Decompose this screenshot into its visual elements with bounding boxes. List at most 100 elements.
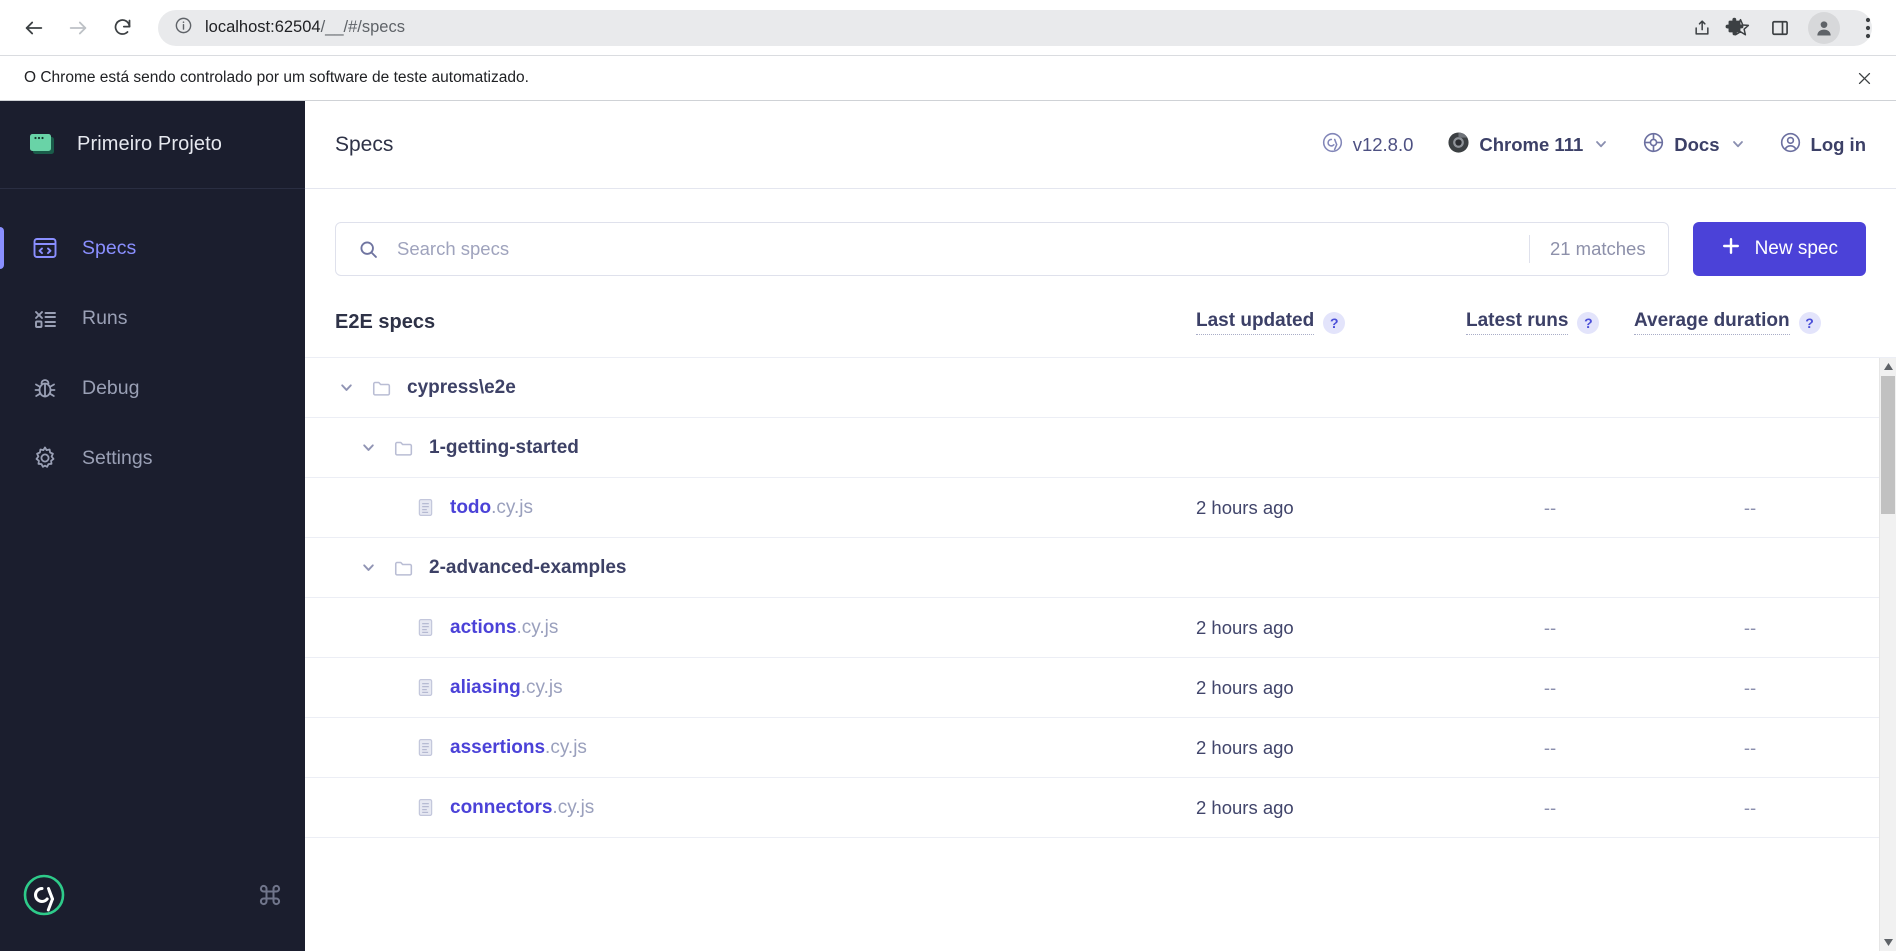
search-specs-box[interactable]: 21 matches xyxy=(335,222,1669,276)
project-name: Primeiro Projeto xyxy=(77,133,222,155)
search-input[interactable] xyxy=(379,238,1523,260)
folder-row[interactable]: 2-advanced-examples xyxy=(305,538,1896,598)
sidebar-item-label: Specs xyxy=(82,236,137,259)
column-header-last-updated[interactable]: Last updated ? xyxy=(1196,310,1466,335)
spec-name[interactable]: actions.cy.js xyxy=(450,617,558,639)
sidebar-item-runs[interactable]: Runs xyxy=(0,283,305,353)
plus-icon xyxy=(1721,236,1741,262)
chrome-icon xyxy=(1447,131,1470,159)
spec-row[interactable]: todo.cy.js 2 hours ago -- -- xyxy=(305,478,1896,538)
last-updated-cell: 2 hours ago xyxy=(1196,676,1294,698)
specs-table-body: cypress\e2e 1-getting-started todo.cy.js 2 … xyxy=(305,357,1896,951)
main-content: Specs v12.8.0 Chrome 111 Docs Log in Sea… xyxy=(305,101,1896,951)
sidebar-item-specs[interactable]: Specs xyxy=(0,213,305,283)
latest-runs-cell: -- xyxy=(1543,616,1557,638)
last-updated-cell: 2 hours ago xyxy=(1196,616,1294,638)
spec-file-icon xyxy=(415,797,436,818)
spec-name[interactable]: aliasing.cy.js xyxy=(450,677,563,699)
last-updated-cell: 2 hours ago xyxy=(1196,496,1294,518)
specs-table-header: E2E specs Last updated ? Latest runs ? A… xyxy=(305,276,1896,357)
row-name-cell: assertions.cy.js xyxy=(335,737,1196,759)
docs-menu[interactable]: Docs xyxy=(1642,131,1744,159)
command-key-icon[interactable] xyxy=(257,882,283,908)
row-name-cell: 2-advanced-examples xyxy=(335,557,1196,579)
scroll-up-arrow-icon[interactable] xyxy=(1880,358,1896,375)
column-header-average-duration[interactable]: Average duration ? xyxy=(1634,310,1866,335)
extensions-icon[interactable] xyxy=(1716,10,1752,46)
docs-icon xyxy=(1642,131,1665,159)
last-updated-cell: 2 hours ago xyxy=(1196,796,1294,818)
cypress-logo[interactable] xyxy=(22,873,66,917)
browser-actions xyxy=(1716,10,1886,46)
version-badge[interactable]: v12.8.0 xyxy=(1321,131,1413,159)
automation-notification-bar: O Chrome está sendo controlado por um so… xyxy=(0,55,1896,101)
login-button[interactable]: Log in xyxy=(1779,131,1866,159)
project-icon xyxy=(27,130,57,160)
project-header[interactable]: Primeiro Projeto xyxy=(0,101,305,189)
close-icon[interactable] xyxy=(1850,64,1878,92)
spec-name[interactable]: assertions.cy.js xyxy=(450,737,587,759)
row-name-cell: actions.cy.js xyxy=(335,617,1196,639)
chrome-menu-icon[interactable] xyxy=(1850,10,1886,46)
side-panel-icon[interactable] xyxy=(1762,10,1798,46)
address-bar[interactable]: localhost:62504/__/#/specs xyxy=(158,9,1872,46)
site-info-icon[interactable] xyxy=(174,16,193,40)
help-icon[interactable]: ? xyxy=(1798,311,1821,334)
chevron-down-icon xyxy=(1731,134,1745,156)
latest-runs-cell: -- xyxy=(1543,736,1557,758)
back-button[interactable] xyxy=(14,8,54,48)
docs-label: Docs xyxy=(1674,133,1720,155)
spec-row[interactable]: actions.cy.js 2 hours ago -- -- xyxy=(305,598,1896,658)
cypress-app: Primeiro Projeto Specs Runs Debug Settin… xyxy=(0,101,1896,951)
sidebar-item-debug[interactable]: Debug xyxy=(0,353,305,423)
vertical-scrollbar[interactable] xyxy=(1879,358,1896,951)
folder-name: cypress\e2e xyxy=(407,376,516,398)
folder-row[interactable]: cypress\e2e xyxy=(305,358,1896,418)
specs-toolbar: 21 matches New spec xyxy=(305,189,1896,276)
spec-name[interactable]: todo.cy.js xyxy=(450,497,533,519)
row-name-cell: cypress\e2e xyxy=(335,377,1196,399)
scrollbar-thumb[interactable] xyxy=(1881,376,1895,514)
chevron-down-icon xyxy=(1594,134,1608,156)
browser-toolbar: localhost:62504/__/#/specs xyxy=(0,0,1896,55)
search-icon xyxy=(358,239,379,260)
reload-button[interactable] xyxy=(102,8,142,48)
spec-row[interactable]: connectors.cy.js 2 hours ago -- -- xyxy=(305,778,1896,838)
folder-icon xyxy=(371,377,393,399)
spec-row[interactable]: aliasing.cy.js 2 hours ago -- -- xyxy=(305,658,1896,718)
folder-row[interactable]: 1-getting-started xyxy=(305,418,1896,478)
settings-icon xyxy=(30,443,60,473)
folder-name: 2-advanced-examples xyxy=(429,556,627,578)
row-name-cell: aliasing.cy.js xyxy=(335,677,1196,699)
cypress-icon xyxy=(1321,131,1344,159)
browser-label: Chrome 111 xyxy=(1479,133,1584,155)
spec-file-icon xyxy=(415,497,436,518)
folder-name: 1-getting-started xyxy=(429,436,579,458)
browser-selector[interactable]: Chrome 111 xyxy=(1447,131,1608,159)
profile-avatar[interactable] xyxy=(1808,11,1840,44)
spec-row[interactable]: assertions.cy.js 2 hours ago -- -- xyxy=(305,718,1896,778)
new-spec-button[interactable]: New spec xyxy=(1692,222,1866,276)
address-bar-url: localhost:62504/__/#/specs xyxy=(205,18,405,36)
folder-icon xyxy=(393,557,415,579)
debug-icon xyxy=(30,373,60,403)
spec-name[interactable]: connectors.cy.js xyxy=(450,797,594,819)
help-icon[interactable]: ? xyxy=(1577,311,1600,334)
login-label: Log in xyxy=(1810,133,1866,155)
scroll-down-arrow-icon[interactable] xyxy=(1880,934,1896,951)
share-icon[interactable] xyxy=(1684,10,1720,46)
chevron-down-icon[interactable] xyxy=(357,560,379,575)
column-header-latest-runs[interactable]: Latest runs ? xyxy=(1466,310,1634,335)
help-icon[interactable]: ? xyxy=(1323,311,1346,334)
forward-button[interactable] xyxy=(58,8,98,48)
chevron-down-icon[interactable] xyxy=(335,380,357,395)
sidebar-item-label: Runs xyxy=(82,306,128,329)
average-duration-cell: -- xyxy=(1743,496,1757,518)
sidebar-item-settings[interactable]: Settings xyxy=(0,423,305,493)
specs-rows: cypress\e2e 1-getting-started todo.cy.js 2 … xyxy=(305,358,1896,838)
average-duration-cell: -- xyxy=(1743,616,1757,638)
header-actions: v12.8.0 Chrome 111 Docs Log in xyxy=(1321,131,1866,159)
chevron-down-icon[interactable] xyxy=(357,440,379,455)
match-count: 21 matches xyxy=(1549,238,1646,259)
row-name-cell: 1-getting-started xyxy=(335,437,1196,459)
